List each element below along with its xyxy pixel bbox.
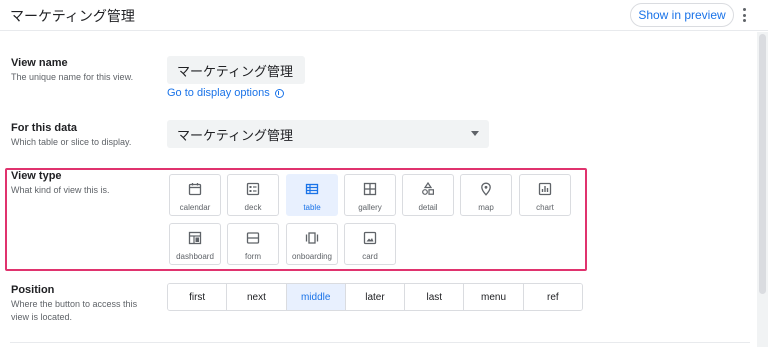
- view-type-label-table: table: [303, 203, 321, 212]
- position-option-ref[interactable]: ref: [523, 284, 582, 310]
- view-type-calendar[interactable]: calendar: [169, 174, 221, 216]
- go-to-display-options-link[interactable]: Go to display options: [167, 87, 284, 99]
- view-name-label: View name: [11, 57, 68, 69]
- view-type-label-chart: chart: [536, 203, 554, 212]
- info-icon[interactable]: [274, 88, 284, 98]
- for-this-data-label: For this data: [11, 122, 78, 134]
- calendar-icon: [188, 183, 202, 196]
- detail-icon: [422, 182, 435, 195]
- chart-icon: [538, 182, 552, 196]
- position-description-line2: view is located.: [11, 312, 73, 322]
- map-pin-icon: [481, 182, 491, 196]
- view-type-gallery[interactable]: gallery: [344, 174, 396, 216]
- view-type-label-gallery: gallery: [358, 203, 382, 212]
- view-type-dashboard[interactable]: dashboard: [169, 223, 221, 265]
- scrollbar-thumb[interactable]: [759, 34, 766, 294]
- more-options-icon[interactable]: [739, 6, 749, 24]
- view-type-label-deck: deck: [244, 203, 262, 212]
- view-name-input[interactable]: マーケティング管理: [167, 56, 305, 84]
- view-type-detail[interactable]: detail: [402, 174, 454, 216]
- dropdown-arrow-icon: [471, 131, 479, 136]
- deck-icon: [246, 182, 260, 196]
- position-description-line1: Where the button to access this: [11, 299, 138, 309]
- position-option-menu[interactable]: menu: [464, 284, 524, 310]
- view-type-label-map: map: [478, 203, 494, 212]
- view-type-label-detail: detail: [418, 203, 438, 212]
- form-icon: [246, 232, 260, 244]
- view-type-form[interactable]: form: [227, 223, 279, 265]
- data-source-select[interactable]: マーケティング管理: [167, 120, 489, 148]
- view-type-label-card: card: [362, 252, 378, 261]
- card-icon: [363, 231, 377, 245]
- gallery-icon: [363, 182, 377, 196]
- view-type-map[interactable]: map: [460, 174, 512, 216]
- section-divider: [10, 342, 750, 343]
- view-type-description: What kind of view this is.: [11, 185, 110, 195]
- view-type-label-onboarding: onboarding: [291, 252, 333, 261]
- position-option-first[interactable]: first: [168, 284, 228, 310]
- show-in-preview-button[interactable]: Show in preview: [630, 3, 734, 27]
- view-type-card[interactable]: card: [344, 223, 396, 265]
- scrollbar[interactable]: [757, 32, 768, 347]
- view-name-description: The unique name for this view.: [11, 72, 134, 82]
- dashboard-icon: [188, 231, 202, 245]
- for-this-data-description: Which table or slice to display.: [11, 137, 132, 147]
- table-icon: [305, 183, 319, 195]
- position-option-later[interactable]: later: [345, 284, 406, 310]
- view-type-deck[interactable]: deck: [227, 174, 279, 216]
- go-to-display-options-label: Go to display options: [167, 87, 270, 99]
- position-option-middle[interactable]: middle: [286, 284, 346, 310]
- top-bar: マーケティング管理 Show in preview: [0, 0, 768, 31]
- data-source-value: マーケティング管理: [177, 128, 293, 144]
- page-title: マーケティング管理: [10, 9, 135, 25]
- view-type-table[interactable]: table: [286, 174, 338, 216]
- onboarding-icon: [305, 232, 319, 244]
- position-segmented-control: first next middle later last menu ref: [167, 283, 583, 311]
- view-type-chart[interactable]: chart: [519, 174, 571, 216]
- view-type-onboarding[interactable]: onboarding: [286, 223, 338, 265]
- view-type-label: View type: [11, 170, 62, 182]
- view-type-label-dashboard: dashboard: [176, 252, 214, 261]
- view-type-label-calendar: calendar: [179, 203, 211, 212]
- view-type-label-form: form: [245, 252, 261, 261]
- position-option-last[interactable]: last: [405, 284, 465, 310]
- position-label: Position: [11, 284, 55, 296]
- position-option-next[interactable]: next: [227, 284, 287, 310]
